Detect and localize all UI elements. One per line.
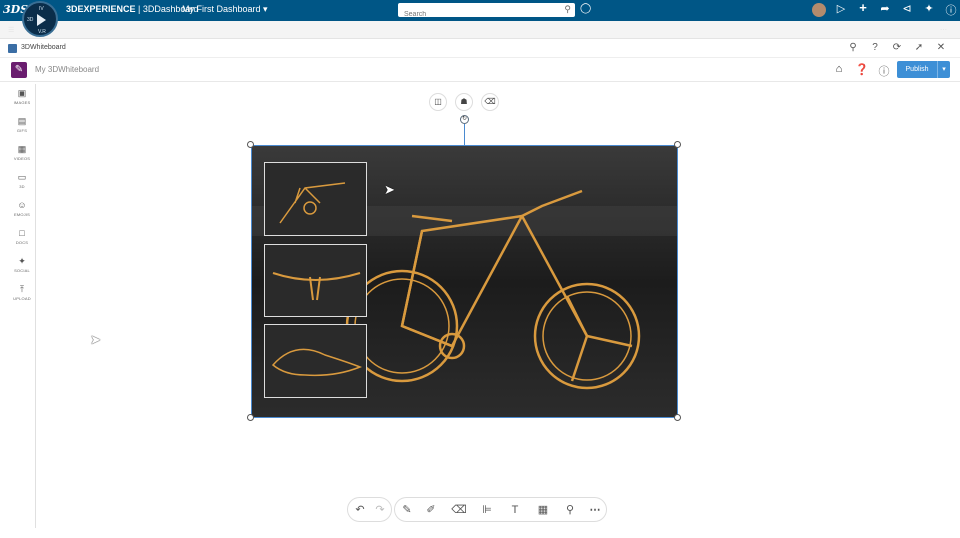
chevron-down-icon: ▾ [263,4,268,14]
add-icon[interactable]: + [856,0,870,15]
text-icon[interactable]: T [507,502,523,518]
document-icon: □ [19,228,25,238]
resize-handle-bottom-right[interactable] [674,414,681,421]
history-group: ↶ ↷ [347,497,392,522]
sidebar-item-docs[interactable]: □ DOCS [8,228,36,245]
sidebar-item-gifs[interactable]: ▤ GIFS [8,116,36,133]
undo-icon[interactable]: ↶ [352,502,368,518]
sidebar-item-videos[interactable]: ▦ VIDEOS [8,144,36,161]
compass-play-icon [37,14,46,26]
dashboard-selector[interactable]: My First Dashboard ▾ [182,4,268,15]
help-icon[interactable]: ? [868,42,882,53]
search-input[interactable] [398,7,548,22]
brand-label: 3DEXPERIENCE [66,4,136,14]
zoom-icon[interactable]: ⚲ [562,502,578,518]
layer-icon[interactable]: ◫ [429,93,447,111]
whiteboard-app-icon [8,44,17,53]
sidebar-item-label: GIFS [16,128,28,133]
play-icon[interactable]: ▷ [834,2,848,15]
video-icon: ▦ [17,144,27,154]
thumbnail-handlebar-sketch[interactable] [264,162,367,236]
refresh-icon[interactable]: ⟳ [890,42,904,53]
avatar[interactable] [812,3,826,17]
share-arrow-icon[interactable]: ➦ [878,2,892,15]
image-icon: ▣ [17,88,27,98]
sidebar-item-images[interactable]: ▣ IMAGES [8,88,36,105]
compass-south-label: V.R [38,29,46,35]
saddle-sketch-image [271,348,363,377]
publish-dropdown-button[interactable]: ▾ [937,61,950,78]
resize-handle-top-right[interactable] [674,141,681,148]
handlebar-sketch-image [279,182,346,224]
sticky-note-icon[interactable]: ▦ [535,502,551,518]
resize-handle-bottom-left[interactable] [247,414,254,421]
cube-icon: ▭ [17,172,27,182]
compass-west-label: 3D [27,17,34,23]
pen-icon[interactable]: ✎ [399,502,415,518]
more-icon[interactable]: ⋯ [587,502,603,518]
upload-icon: ⤒ [20,284,24,294]
asset-sidebar: ▣ IMAGES ▤ GIFS ▦ VIDEOS ▭ 3D ☺ EMOJIS □… [8,84,36,528]
pointer-cursor-icon: ➤ [90,332,101,347]
mouse-cursor-icon: ➤ [384,182,395,197]
sidebar-item-label: SOCIAL [14,268,30,273]
resize-handle-top-left[interactable] [247,141,254,148]
sidebar-item-social[interactable]: ✦ SOCIAL [8,256,36,273]
widget-title: 3DWhiteboard [21,44,66,51]
compass-north-label: IV [39,6,44,12]
lock-icon[interactable]: ☗ [455,93,473,111]
clear-format-icon[interactable]: ⊫ [479,502,495,518]
search-box[interactable]: ⚲ [398,3,575,22]
sidebar-item-label: EMOJIS [13,212,31,217]
dashboard-tab-strip: ☰ ⋯ [0,21,960,39]
info-icon[interactable]: ⓘ [877,63,891,79]
sidebar-item-emojis[interactable]: ☺ EMOJIS [8,200,36,217]
emoji-icon: ☺ [17,200,27,210]
search-icon[interactable]: ⚲ [564,4,571,15]
thumbnail-handlebar-top[interactable] [264,244,367,317]
pin-icon[interactable]: ➚ [912,42,926,53]
menu-icon[interactable]: ☰ [8,26,14,34]
publish-button[interactable]: Publish [897,61,937,78]
compass-icon[interactable]: IV 3D V.R [22,1,58,37]
tools-group: ✎ ✐ ⌫ ⊫ T ▦ ⚲ ⋯ [394,497,607,522]
tools-icon[interactable]: ✦ [922,2,936,15]
thumbnail-saddle[interactable] [264,324,367,398]
whiteboard-logo-icon: ✎ [11,62,27,78]
board-name[interactable]: My 3DWhiteboard [35,65,99,74]
rotate-handle-stem [464,124,465,145]
sidebar-item-label: VIDEOS [13,156,31,161]
whiteboard-image[interactable]: ➤ [251,145,678,418]
sidebar-item-label: IMAGES [13,100,31,105]
title-separator: | [135,4,143,14]
sidebar-item-3d[interactable]: ▭ 3D [8,172,36,189]
tag-icon[interactable]: ◯ [580,3,591,14]
dashboard-name: My First Dashboard [182,4,261,14]
sidebar-item-label: 3D [19,184,25,189]
help-icon[interactable]: ⓘ [944,2,958,18]
marker-icon[interactable]: ✐ [423,502,439,518]
widget-header: 3DWhiteboard ⚲ ? ⟳ ➚ ✕ [0,40,960,58]
tab-options-icon[interactable]: ⋯ [940,26,947,34]
redo-icon[interactable]: ↷ [372,502,388,518]
gif-icon: ▤ [17,116,27,126]
top-bar: 3DS 3DEXPERIENCE | 3DDashboard My First … [0,0,960,22]
app-header: ✎ My 3DWhiteboard ⌂ ❓ ⓘ Publish ▾ [0,58,960,82]
home-icon[interactable]: ⌂ [832,63,846,75]
handlebar-top-image [272,272,361,301]
sidebar-item-upload[interactable]: ⤒ UPLOAD [8,284,36,301]
app-title: 3DEXPERIENCE | 3DDashboard [66,4,198,14]
rotate-handle-icon[interactable]: ↻ [460,115,469,124]
sidebar-item-label: DOCS [15,240,29,245]
search-icon[interactable]: ⚲ [846,42,860,53]
help-icon[interactable]: ❓ [855,63,869,76]
delete-icon[interactable]: ⌫ [481,93,499,111]
close-icon[interactable]: ✕ [934,42,948,53]
eraser-icon[interactable]: ⌫ [451,502,467,518]
sidebar-item-label: UPLOAD [13,296,31,301]
network-icon[interactable]: ⊲ [900,2,914,15]
social-icon: ✦ [18,256,26,266]
